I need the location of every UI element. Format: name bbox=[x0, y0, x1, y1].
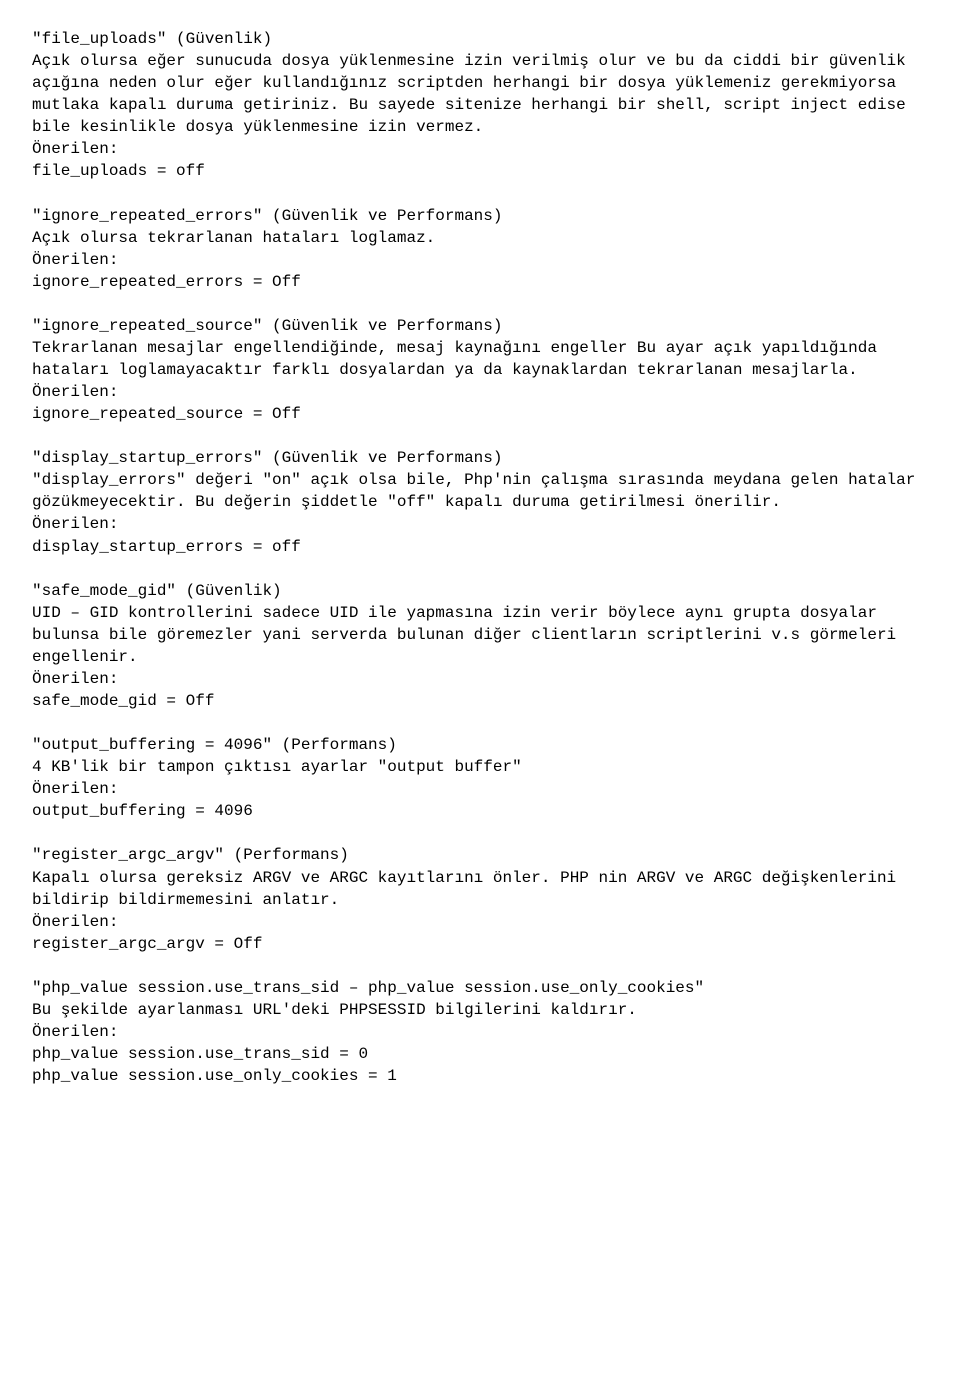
text-line: Açık olursa tekrarlanan hataları loglama… bbox=[32, 227, 928, 249]
text-line: Önerilen: bbox=[32, 1021, 928, 1043]
text-line: "register_argc_argv" (Performans) bbox=[32, 844, 928, 866]
text-line: ignore_repeated_errors = Off bbox=[32, 271, 928, 293]
section: "ignore_repeated_source" (Güvenlik ve Pe… bbox=[32, 315, 928, 425]
document-body: "file_uploads" (Güvenlik)Açık olursa eğe… bbox=[32, 28, 928, 1087]
text-line: "output_buffering = 4096″ (Performans) bbox=[32, 734, 928, 756]
text-line: file_uploads = off bbox=[32, 160, 928, 182]
text-line: Tekrarlanan mesajlar engellendiğinde, me… bbox=[32, 337, 928, 381]
text-line: Önerilen: bbox=[32, 778, 928, 800]
text-line: Önerilen: bbox=[32, 249, 928, 271]
section: "output_buffering = 4096″ (Performans)4 … bbox=[32, 734, 928, 822]
text-line: "file_uploads" (Güvenlik) bbox=[32, 28, 928, 50]
text-line: "display_startup_errors" (Güvenlik ve Pe… bbox=[32, 447, 928, 469]
text-line: "ignore_repeated_errors" (Güvenlik ve Pe… bbox=[32, 205, 928, 227]
text-line: "php_value session.use_trans_sid – php_v… bbox=[32, 977, 928, 999]
text-line: ignore_repeated_source = Off bbox=[32, 403, 928, 425]
text-line: php_value session.use_trans_sid = 0 bbox=[32, 1043, 928, 1065]
text-line: Kapalı olursa gereksiz ARGV ve ARGC kayı… bbox=[32, 867, 928, 911]
text-line: Önerilen: bbox=[32, 668, 928, 690]
text-line: "ignore_repeated_source" (Güvenlik ve Pe… bbox=[32, 315, 928, 337]
text-line: "display_errors" değeri "on" açık olsa b… bbox=[32, 469, 928, 513]
text-line: output_buffering = 4096 bbox=[32, 800, 928, 822]
section: "ignore_repeated_errors" (Güvenlik ve Pe… bbox=[32, 205, 928, 293]
text-line: Önerilen: bbox=[32, 381, 928, 403]
text-line: "safe_mode_gid" (Güvenlik) bbox=[32, 580, 928, 602]
text-line: Bu şekilde ayarlanması URL'deki PHPSESSI… bbox=[32, 999, 928, 1021]
text-line: Önerilen: bbox=[32, 911, 928, 933]
text-line: safe_mode_gid = Off bbox=[32, 690, 928, 712]
text-line: register_argc_argv = Off bbox=[32, 933, 928, 955]
section: "register_argc_argv" (Performans)Kapalı … bbox=[32, 844, 928, 954]
text-line: Açık olursa eğer sunucuda dosya yüklenme… bbox=[32, 50, 928, 138]
text-line: php_value session.use_only_cookies = 1 bbox=[32, 1065, 928, 1087]
section: "php_value session.use_trans_sid – php_v… bbox=[32, 977, 928, 1087]
text-line: UID – GID kontrollerini sadece UID ile y… bbox=[32, 602, 928, 668]
text-line: Önerilen: bbox=[32, 513, 928, 535]
section: "file_uploads" (Güvenlik)Açık olursa eğe… bbox=[32, 28, 928, 183]
text-line: Önerilen: bbox=[32, 138, 928, 160]
section: "display_startup_errors" (Güvenlik ve Pe… bbox=[32, 447, 928, 557]
text-line: display_startup_errors = off bbox=[32, 536, 928, 558]
text-line: 4 KB'lik bir tampon çıktısı ayarlar "out… bbox=[32, 756, 928, 778]
section: "safe_mode_gid" (Güvenlik)UID – GID kont… bbox=[32, 580, 928, 712]
